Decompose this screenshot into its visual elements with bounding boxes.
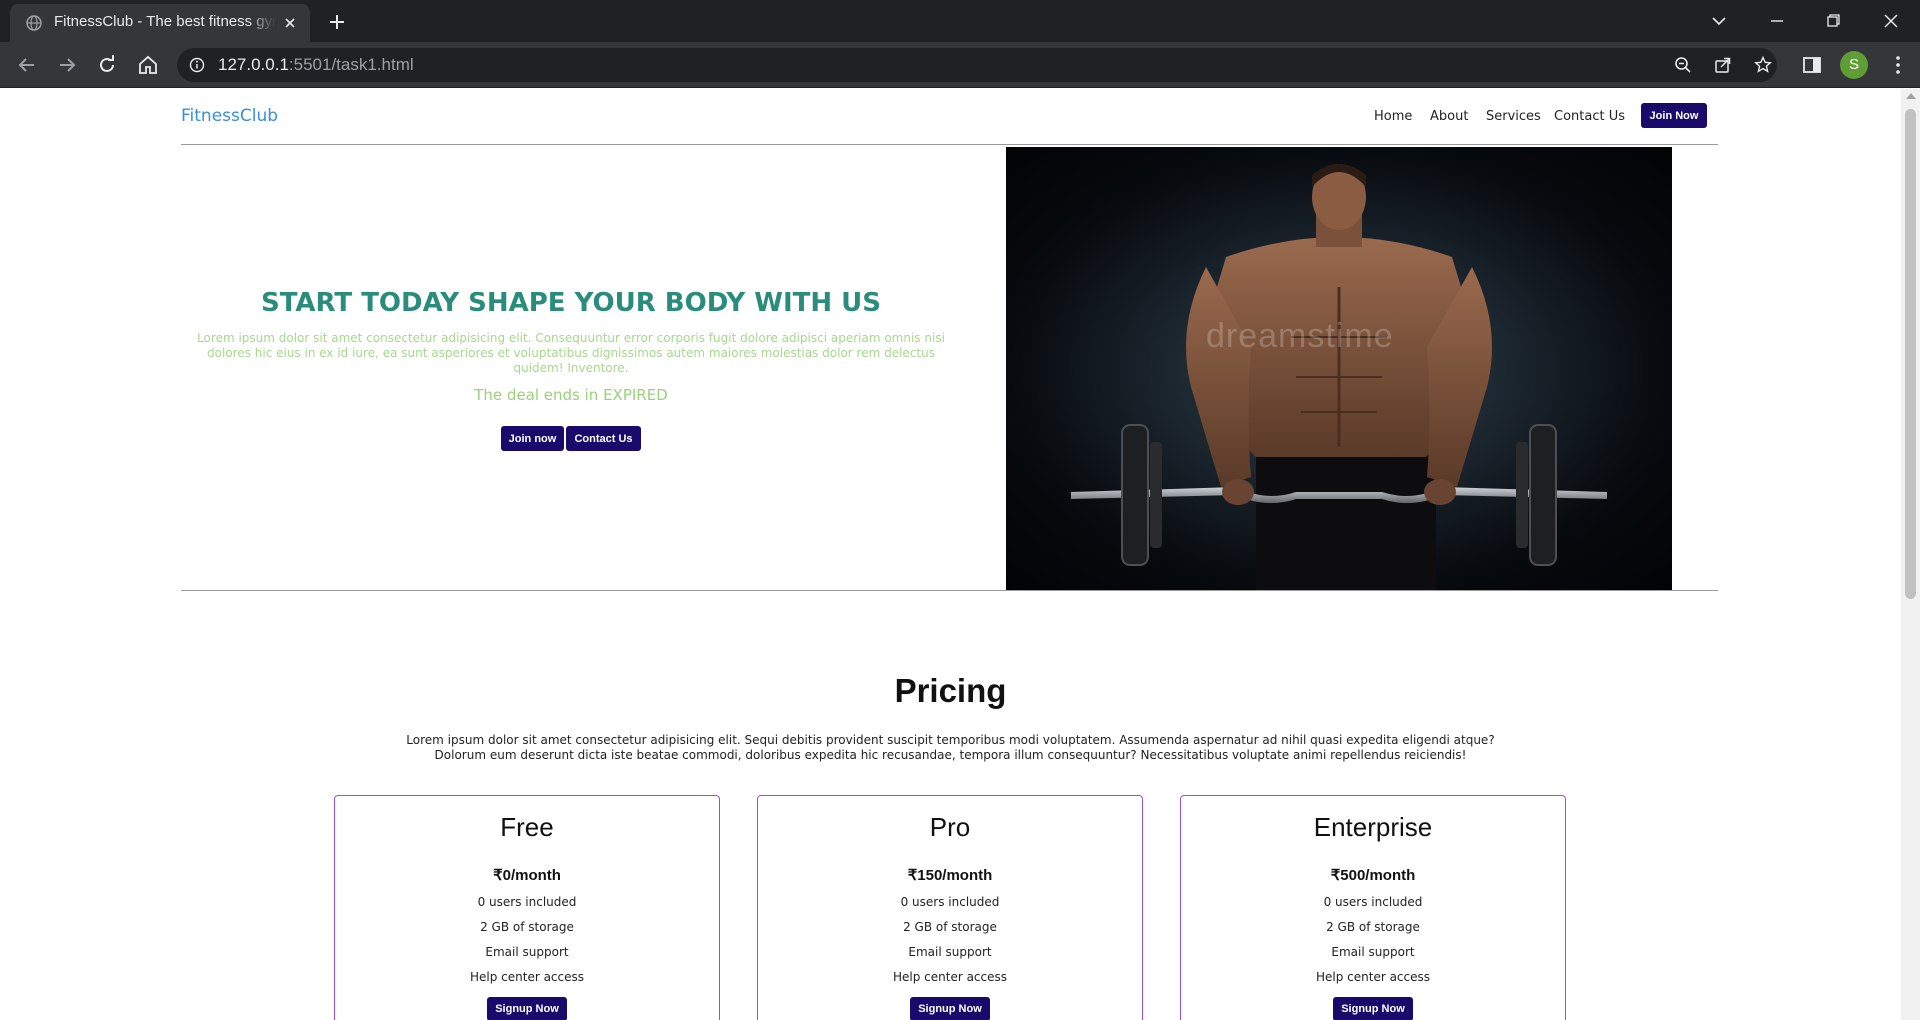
pricing-card-free: Free ₹0/month 0 users included 2 GB of s…	[334, 795, 720, 1020]
plan-feature: 2 GB of storage	[903, 920, 997, 934]
nav-link-home[interactable]: Home	[1374, 109, 1412, 124]
hero-bodybuilder-image: dreamstime	[1006, 147, 1672, 591]
page-scrollbar[interactable]	[1901, 89, 1920, 1020]
restore-icon[interactable]	[1820, 8, 1846, 34]
bodybuilder-illustration	[1071, 164, 1607, 591]
plan-price: ₹500/month	[1330, 867, 1416, 884]
brand-logo[interactable]: FitnessClub	[181, 106, 278, 126]
hero-description: Lorem ipsum dolor sit amet consectetur a…	[197, 331, 945, 375]
plan-feature: Help center access	[1315, 970, 1431, 984]
bookmark-star-icon[interactable]	[1753, 55, 1773, 75]
plan-feature: Email support	[908, 945, 992, 959]
address-bar[interactable]: 127.0.0.1:5501/task1.html	[177, 48, 1777, 82]
browser-toolbar: 127.0.0.1:5501/task1.html S	[0, 42, 1920, 88]
hero-contact-button[interactable]: Contact Us	[566, 426, 641, 451]
plan-name: Enterprise	[1313, 812, 1433, 842]
pricing-card-pro: Pro ₹150/month 0 users included 2 GB of …	[757, 795, 1143, 1020]
profile-avatar[interactable]: S	[1840, 51, 1868, 79]
nav-link-services[interactable]: Services	[1486, 109, 1541, 124]
plan-feature: Help center access	[892, 970, 1008, 984]
minimize-icon[interactable]	[1764, 8, 1790, 34]
site-info-icon[interactable]	[189, 57, 205, 73]
tab-title: FitnessClub - The best fitness gym	[54, 13, 274, 30]
zoom-icon[interactable]	[1673, 55, 1693, 75]
back-arrow-icon[interactable]	[15, 53, 39, 77]
globe-icon	[26, 15, 42, 31]
plan-name: Pro	[929, 812, 971, 842]
plan-feature: 2 GB of storage	[480, 920, 574, 934]
url-path: :5501/task1.html	[288, 55, 414, 74]
deal-countdown: The deal ends in EXPIRED	[474, 386, 668, 404]
browser-tab[interactable]: FitnessClub - The best fitness gym	[10, 4, 310, 42]
new-tab-icon[interactable]	[325, 10, 349, 34]
signup-button-free[interactable]: Signup Now	[487, 997, 567, 1020]
hero-join-button[interactable]: Join now	[501, 426, 564, 451]
pricing-card-enterprise: Enterprise ₹500/month 0 users included 2…	[1180, 795, 1566, 1020]
plan-price: ₹150/month	[907, 867, 993, 884]
side-panel-icon[interactable]	[1800, 53, 1824, 77]
url-text[interactable]: 127.0.0.1:5501/task1.html	[218, 55, 414, 75]
tab-title-fade	[246, 4, 276, 42]
pricing-description: Lorem ipsum dolor sit amet consectetur a…	[406, 733, 1495, 762]
forward-arrow-icon[interactable]	[55, 53, 79, 77]
menu-dots-icon[interactable]	[1886, 53, 1910, 77]
signup-button-enterprise[interactable]: Signup Now	[1333, 997, 1413, 1020]
plan-feature: Email support	[1331, 945, 1415, 959]
plan-feature: 0 users included	[477, 895, 577, 909]
close-window-icon[interactable]	[1878, 8, 1904, 34]
home-icon[interactable]	[136, 53, 160, 77]
plan-name: Free	[500, 812, 554, 842]
url-host: 127.0.0.1	[218, 55, 289, 74]
plan-feature: Email support	[485, 945, 569, 959]
nav-join-button[interactable]: Join Now	[1641, 103, 1707, 128]
plan-feature: 0 users included	[900, 895, 1000, 909]
scroll-up-arrow-icon[interactable]	[1906, 93, 1916, 99]
signup-button-pro[interactable]: Signup Now	[910, 997, 990, 1020]
header-divider	[181, 144, 1718, 145]
scrollbar-thumb[interactable]	[1905, 109, 1916, 599]
browser-tabstrip: FitnessClub - The best fitness gym	[0, 0, 1920, 42]
reload-icon[interactable]	[95, 53, 119, 77]
plan-feature: 2 GB of storage	[1326, 920, 1420, 934]
hero-divider	[181, 590, 1718, 591]
plan-feature: Help center access	[469, 970, 585, 984]
pricing-title: Pricing	[894, 672, 1007, 709]
plan-price: ₹0/month	[493, 867, 561, 884]
plan-feature: 0 users included	[1323, 895, 1423, 909]
tab-search-chevron-icon[interactable]	[1706, 8, 1732, 34]
page-viewport: FitnessClub Home About Services Contact …	[0, 89, 1901, 1020]
image-watermark: dreamstime	[1206, 317, 1394, 355]
share-icon[interactable]	[1713, 55, 1733, 75]
nav-link-about[interactable]: About	[1430, 109, 1468, 124]
hero-title: START TODAY SHAPE YOUR BODY WITH US	[260, 288, 882, 318]
nav-link-contact[interactable]: Contact Us	[1554, 109, 1625, 124]
close-tab-icon[interactable]	[282, 15, 298, 31]
